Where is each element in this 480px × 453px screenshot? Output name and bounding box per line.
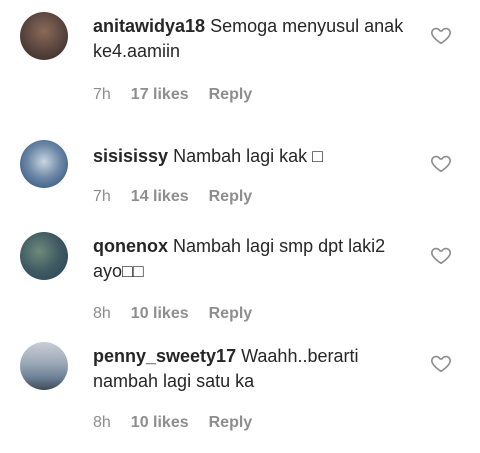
comment-meta: 7h 14 likes Reply	[93, 188, 252, 206]
reply-button[interactable]: Reply	[209, 414, 253, 432]
heart-outline-icon[interactable]	[430, 244, 452, 266]
comment-likes[interactable]: 10 likes	[131, 414, 189, 432]
reply-button[interactable]: Reply	[209, 86, 253, 104]
comment-likes[interactable]: 14 likes	[131, 188, 189, 206]
avatar[interactable]	[20, 140, 68, 188]
comment-body: penny_sweety17 Waahh..berarti nambah lag…	[93, 344, 413, 394]
heart-outline-icon[interactable]	[430, 24, 452, 46]
comment-text: Nambah lagi kak □	[173, 146, 324, 166]
comment-body: anitawidya18 Semoga menyusul anak ke4.aa…	[93, 14, 413, 64]
comment-username[interactable]: sisisissy	[93, 146, 168, 166]
comment-username[interactable]: qonenox	[93, 236, 168, 256]
comment-time[interactable]: 7h	[93, 86, 111, 104]
avatar[interactable]	[20, 232, 68, 280]
heart-outline-icon[interactable]	[430, 352, 452, 374]
comment-body: qonenox Nambah lagi smp dpt laki2 ayo□□	[93, 234, 413, 284]
comment-body: sisisissy Nambah lagi kak □	[93, 144, 413, 169]
reply-button[interactable]: Reply	[209, 305, 253, 323]
comment-likes[interactable]: 17 likes	[131, 86, 189, 104]
avatar[interactable]	[20, 12, 68, 60]
comment-time[interactable]: 7h	[93, 188, 111, 206]
comment-meta: 8h 10 likes Reply	[93, 305, 252, 323]
comment-list: anitawidya18 Semoga menyusul anak ke4.aa…	[0, 0, 480, 453]
comment-time[interactable]: 8h	[93, 305, 111, 323]
avatar[interactable]	[20, 342, 68, 390]
comment-username[interactable]: penny_sweety17	[93, 346, 236, 366]
reply-button[interactable]: Reply	[209, 188, 253, 206]
comment-meta: 8h 10 likes Reply	[93, 414, 252, 432]
comment-meta: 7h 17 likes Reply	[93, 86, 252, 104]
comment-likes[interactable]: 10 likes	[131, 305, 189, 323]
comment-username[interactable]: anitawidya18	[93, 16, 205, 36]
heart-outline-icon[interactable]	[430, 152, 452, 174]
comment-time[interactable]: 8h	[93, 414, 111, 432]
